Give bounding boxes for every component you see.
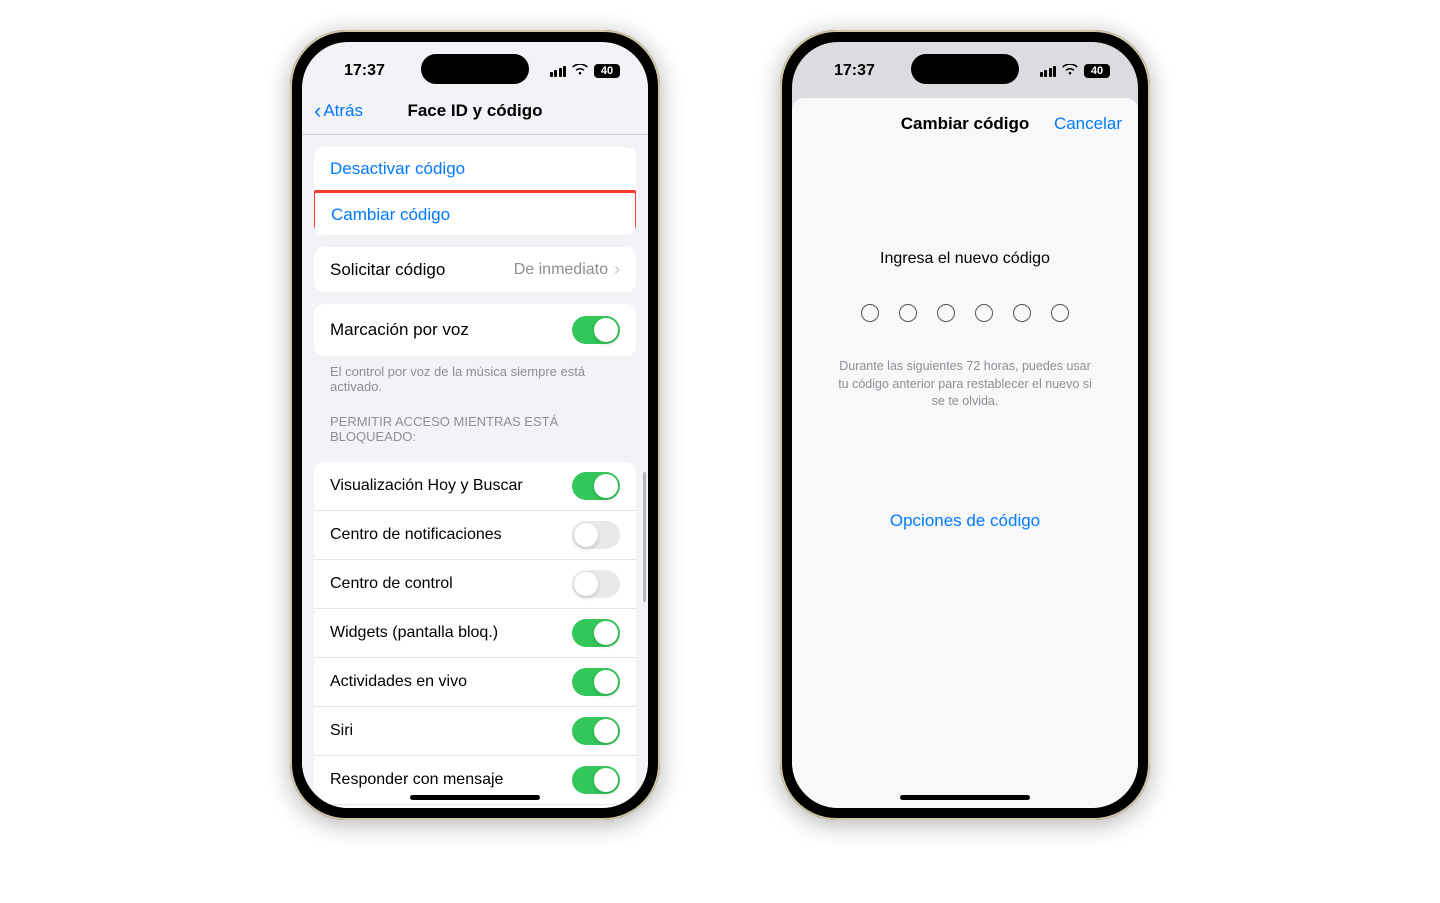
toggle-switch[interactable]: [572, 717, 620, 745]
voice-dial-row: Marcación por voz: [314, 304, 636, 356]
passcode-actions-group: Desactivar código Cambiar código: [314, 147, 636, 235]
passcode-dot: [1051, 304, 1069, 322]
locked-access-row: Control de Casa: [314, 805, 636, 808]
toggle-label: Widgets (pantalla bloq.): [330, 624, 498, 642]
modal-subtext: Durante las siguientes 72 horas, puedes …: [835, 358, 1095, 411]
phone-mockup-left: 17:37 40 ‹ Atrás Face ID y código Desact…: [290, 30, 660, 820]
chevron-right-icon: ›: [614, 259, 620, 280]
modal-body: Ingresa el nuevo código Durante las sigu…: [792, 250, 1138, 531]
toggle-label: Actividades en vivo: [330, 673, 467, 691]
request-passcode-row[interactable]: Solicitar código De inmediato ›: [314, 247, 636, 292]
battery-icon: 40: [1084, 64, 1110, 78]
locked-access-row: Widgets (pantalla bloq.): [314, 609, 636, 658]
change-label: Cambiar código: [331, 205, 450, 225]
toggle-switch[interactable]: [572, 668, 620, 696]
cancel-button[interactable]: Cancelar: [1054, 114, 1122, 134]
passcode-options-button[interactable]: Opciones de código: [828, 511, 1102, 531]
passcode-dot: [899, 304, 917, 322]
request-passcode-group: Solicitar código De inmediato ›: [314, 247, 636, 292]
toggle-switch[interactable]: [572, 570, 620, 598]
passcode-dots[interactable]: [828, 304, 1102, 322]
toggle-switch[interactable]: [572, 521, 620, 549]
navigation-bar: ‹ Atrás Face ID y código: [302, 92, 648, 135]
voice-dial-label: Marcación por voz: [330, 320, 469, 340]
voice-dial-group: Marcación por voz: [314, 304, 636, 356]
status-indicators: 40: [550, 63, 621, 79]
prompt-text: Ingresa el nuevo código: [828, 250, 1102, 268]
locked-access-row: Centro de control: [314, 560, 636, 609]
home-indicator[interactable]: [900, 795, 1030, 800]
status-indicators: 40: [1040, 63, 1111, 79]
toggle-label: Centro de notificaciones: [330, 526, 502, 544]
request-value: De inmediato: [514, 261, 608, 279]
wifi-icon: [1062, 63, 1078, 79]
locked-access-row: Actividades en vivo: [314, 658, 636, 707]
page-title: Face ID y código: [407, 101, 542, 121]
locked-access-row: Siri: [314, 707, 636, 756]
home-indicator[interactable]: [410, 795, 540, 800]
chevron-left-icon: ‹: [314, 98, 321, 124]
status-time: 17:37: [344, 62, 385, 80]
voice-dial-toggle[interactable]: [572, 316, 620, 344]
status-bar: 17:37 40: [302, 42, 648, 92]
wifi-icon: [572, 63, 588, 79]
back-label: Atrás: [323, 101, 363, 121]
settings-content[interactable]: Desactivar código Cambiar código Solicit…: [302, 135, 648, 808]
voice-dial-footer: El control por voz de la música siempre …: [302, 356, 648, 394]
battery-icon: 40: [594, 64, 620, 78]
phone-mockup-right: 17:37 40 Cambiar código Cancelar Ingresa…: [780, 30, 1150, 820]
locked-access-header: PERMITIR ACCESO MIENTRAS ESTÁ BLOQUEADO:: [302, 394, 648, 450]
passcode-dot: [861, 304, 879, 322]
toggle-switch[interactable]: [572, 472, 620, 500]
cellular-icon: [1040, 66, 1057, 77]
passcode-dot: [937, 304, 955, 322]
status-time: 17:37: [834, 62, 875, 80]
modal-header: Cambiar código Cancelar: [792, 98, 1138, 150]
back-button[interactable]: ‹ Atrás: [314, 98, 363, 124]
toggle-switch[interactable]: [572, 766, 620, 794]
passcode-dot: [1013, 304, 1031, 322]
toggle-label: Centro de control: [330, 575, 453, 593]
deactivate-label: Desactivar código: [330, 159, 465, 179]
change-passcode-modal: Cambiar código Cancelar Ingresa el nuevo…: [792, 98, 1138, 808]
deactivate-passcode-button[interactable]: Desactivar código: [314, 147, 636, 192]
request-label: Solicitar código: [330, 260, 445, 280]
toggle-label: Visualización Hoy y Buscar: [330, 477, 523, 495]
toggle-label: Siri: [330, 722, 353, 740]
modal-title: Cambiar código: [901, 114, 1029, 134]
screen-right: 17:37 40 Cambiar código Cancelar Ingresa…: [792, 42, 1138, 808]
locked-access-row: Centro de notificaciones: [314, 511, 636, 560]
toggle-label: Responder con mensaje: [330, 771, 503, 789]
change-passcode-button[interactable]: Cambiar código: [314, 190, 636, 235]
scrollbar-indicator: [643, 472, 646, 602]
cellular-icon: [550, 66, 567, 77]
passcode-dot: [975, 304, 993, 322]
status-bar: 17:37 40: [792, 42, 1138, 92]
locked-access-group: Visualización Hoy y Buscar Centro de noti…: [314, 462, 636, 808]
screen-left: 17:37 40 ‹ Atrás Face ID y código Desact…: [302, 42, 648, 808]
toggle-switch[interactable]: [572, 619, 620, 647]
locked-access-row: Visualización Hoy y Buscar: [314, 462, 636, 511]
